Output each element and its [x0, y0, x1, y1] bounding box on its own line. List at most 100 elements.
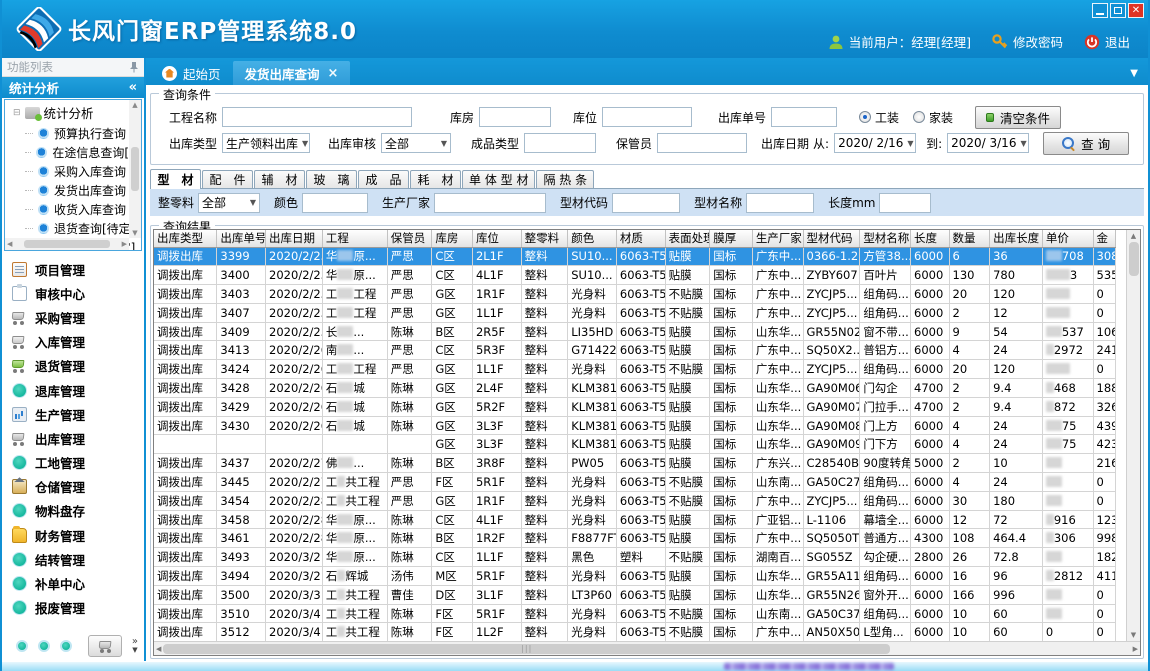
column-header[interactable]: 长度	[911, 230, 950, 247]
scroll-right-icon[interactable]: ▶	[122, 240, 127, 248]
clear-conditions-button[interactable]: 清空条件	[975, 106, 1061, 129]
table-row[interactable]: 调拨出库35122020/3/4工共工程陈琳F区1L2F整料光身料6063-T5…	[154, 623, 1116, 641]
more-modules-button[interactable]: »▼	[132, 638, 138, 654]
profile-name-input[interactable]	[746, 193, 814, 213]
module-dot-icon[interactable]	[38, 640, 50, 652]
product-type-input[interactable]	[524, 133, 596, 153]
grid-vertical-scrollbar[interactable]: ▲ ▼	[1126, 230, 1140, 641]
table-row[interactable]: G区3L3F整料KLM38176063-T5贴膜国标山东华...GA90M09.…	[154, 435, 1116, 454]
collapse-icon[interactable]: «	[129, 80, 137, 95]
out-type-select[interactable]: 生产领料出库▼	[222, 133, 310, 153]
profile-code-input[interactable]	[612, 193, 680, 213]
sidebar-item[interactable]: 采购管理	[12, 305, 144, 329]
table-row[interactable]: 调拨出库34002020/2/25华原...严思C区4L1F整料SU10...6…	[154, 266, 1116, 285]
scroll-thumb[interactable]	[131, 147, 139, 191]
table-row[interactable]: 调拨出库34242020/2/26工工程严思G区1L1F整料光身料6063-T5…	[154, 360, 1116, 379]
module-dot-icon[interactable]	[16, 640, 28, 652]
tree-item[interactable]: 采购入库查询	[25, 162, 141, 181]
table-row[interactable]: 调拨出库35102020/3/4工共工程陈琳F区5R1F整料光身料6063-T5…	[154, 604, 1116, 623]
column-header[interactable]: 出库长度	[990, 230, 1043, 247]
tree-root[interactable]: ⊟ 统计分析	[5, 100, 141, 124]
sidebar-item[interactable]: 入库管理	[12, 330, 144, 354]
column-header[interactable]: 表面处理	[665, 230, 710, 247]
scroll-down-icon[interactable]: ▼	[132, 229, 137, 237]
material-tab[interactable]: 单 体 型 材	[462, 170, 535, 188]
sidebar-item[interactable]: 工地管理	[12, 451, 144, 475]
radio-gongzhuang[interactable]: 工装	[859, 109, 899, 126]
tab-close-icon[interactable]: ×	[328, 66, 339, 81]
table-row[interactable]: 调拨出库35002020/3/3工共工程曹佳D区3L1F整料LT3P606063…	[154, 585, 1116, 604]
column-header[interactable]: 型材代码	[803, 230, 860, 247]
whole-piece-select[interactable]: 全部▼	[198, 193, 260, 213]
sidebar-item[interactable]: 仓储管理	[12, 475, 144, 499]
column-header[interactable]: 库位	[472, 230, 521, 247]
column-header[interactable]: 工程	[322, 230, 387, 247]
column-header[interactable]: 出库日期	[266, 230, 323, 247]
scroll-left-icon[interactable]: ◀	[156, 645, 161, 653]
keeper-input[interactable]	[657, 133, 747, 153]
sidebar-item[interactable]: 项目管理	[12, 257, 144, 281]
close-button[interactable]: ✕	[1128, 3, 1144, 18]
table-row[interactable]: 调拨出库34452020/2/27工共工程严思F区5R1F整料光身料6063-T…	[154, 473, 1116, 492]
table-row[interactable]: 调拨出库34132020/2/26南...严思C区5R3F整料G71422606…	[154, 341, 1116, 360]
column-header[interactable]: 库房	[432, 230, 473, 247]
column-header[interactable]: 材质	[616, 230, 665, 247]
table-row[interactable]: 调拨出库34072020/2/25工工程严思G区1L1F整料光身料6063-T5…	[154, 303, 1116, 322]
table-row[interactable]: 调拨出库34612020/2/28华原...陈琳B区1R2F整料F8877FT6…	[154, 529, 1116, 548]
material-tab[interactable]: 辅 材	[254, 170, 305, 188]
column-header[interactable]: 数量	[949, 230, 990, 247]
logout-button[interactable]: 退出	[1084, 32, 1130, 51]
minimize-button[interactable]	[1092, 3, 1108, 18]
scroll-left-icon[interactable]: ◀	[7, 240, 12, 248]
column-header[interactable]: 出库类型	[154, 230, 217, 247]
scroll-thumb[interactable]	[1129, 242, 1139, 276]
date-from-select[interactable]: 2020/ 2/16▼	[834, 133, 916, 153]
table-row[interactable]: 调拨出库34302020/2/26石城陈琳G区3L3F整料KLM38176063…	[154, 416, 1116, 435]
tree-expander-icon[interactable]: ⊟	[13, 108, 21, 118]
project-name-input[interactable]	[222, 107, 412, 127]
order-no-input[interactable]	[771, 107, 837, 127]
pin-icon[interactable]	[129, 61, 139, 73]
sidebar-item[interactable]: 结转管理	[12, 547, 144, 571]
scroll-thumb[interactable]	[24, 240, 110, 248]
sidebar-item[interactable]: 生产管理	[12, 402, 144, 426]
module-dot-icon[interactable]	[60, 640, 72, 652]
column-header[interactable]: 膜厚	[710, 230, 753, 247]
table-row[interactable]: 调拨出库34292020/2/26石城陈琳G区5R2F整料KLM38176063…	[154, 397, 1116, 416]
material-tab[interactable]: 隔 热 条	[536, 170, 594, 188]
tree-item[interactable]: 退货查询[待定]	[25, 219, 141, 238]
sidebar-item[interactable]: 物料盘存	[12, 499, 144, 523]
material-tab[interactable]: 玻 璃	[306, 170, 357, 188]
radio-jiazhuang[interactable]: 家装	[913, 109, 953, 126]
column-header[interactable]: 保管员	[387, 230, 432, 247]
length-input[interactable]	[879, 193, 931, 213]
warehouse-input[interactable]	[479, 107, 551, 127]
table-row[interactable]: 调拨出库34942020/3/2石辉城汤伟M区5R1F整料光身料6063-T5贴…	[154, 567, 1116, 586]
module-cart-button[interactable]	[88, 635, 122, 657]
scroll-right-icon[interactable]: ▶	[1133, 645, 1138, 653]
material-tab[interactable]: 耗 材	[410, 170, 461, 188]
statistics-panel-header[interactable]: 统计分析 «	[2, 77, 144, 98]
sidebar-item[interactable]: 报废管理	[12, 596, 144, 620]
sidebar-item[interactable]: 出库管理	[12, 426, 144, 450]
column-header[interactable]: 生产厂家	[752, 230, 803, 247]
audit-select[interactable]: 全部▼	[381, 133, 451, 153]
location-input[interactable]	[602, 107, 692, 127]
sidebar-item[interactable]: 退库管理	[12, 378, 144, 402]
table-row[interactable]: 调拨出库34582020/2/28华原...陈琳C区4L1F整料光身料6063-…	[154, 510, 1116, 529]
sidebar-item[interactable]: 财务管理	[12, 523, 144, 547]
tab-发货出库查询[interactable]: 发货出库查询×	[233, 61, 351, 85]
column-header[interactable]: 单价	[1042, 230, 1093, 247]
table-row[interactable]: 调拨出库34092020/2/25长...陈琳B区2R5F整料LI35HD606…	[154, 322, 1116, 341]
maximize-button[interactable]	[1110, 3, 1126, 18]
tree-item[interactable]: 在途信息查询[待	[25, 143, 141, 162]
tree-horizontal-scrollbar[interactable]: ◀▶	[5, 238, 129, 250]
table-row[interactable]: 调拨出库34282020/2/26石城陈琳G区2L4F整料KLM38176063…	[154, 379, 1116, 398]
scroll-up-icon[interactable]: ▲	[1131, 232, 1136, 240]
search-button[interactable]: 查 询	[1043, 132, 1129, 155]
column-header[interactable]: 金	[1093, 230, 1115, 247]
sidebar-item[interactable]: 补单中心	[12, 571, 144, 595]
table-row[interactable]: 调拨出库34372020/2/27佛...陈琳B区3R8F整料PW056063-…	[154, 454, 1116, 473]
tree-item[interactable]: 收货入库查询	[25, 200, 141, 219]
material-tab[interactable]: 配 件	[202, 170, 253, 188]
